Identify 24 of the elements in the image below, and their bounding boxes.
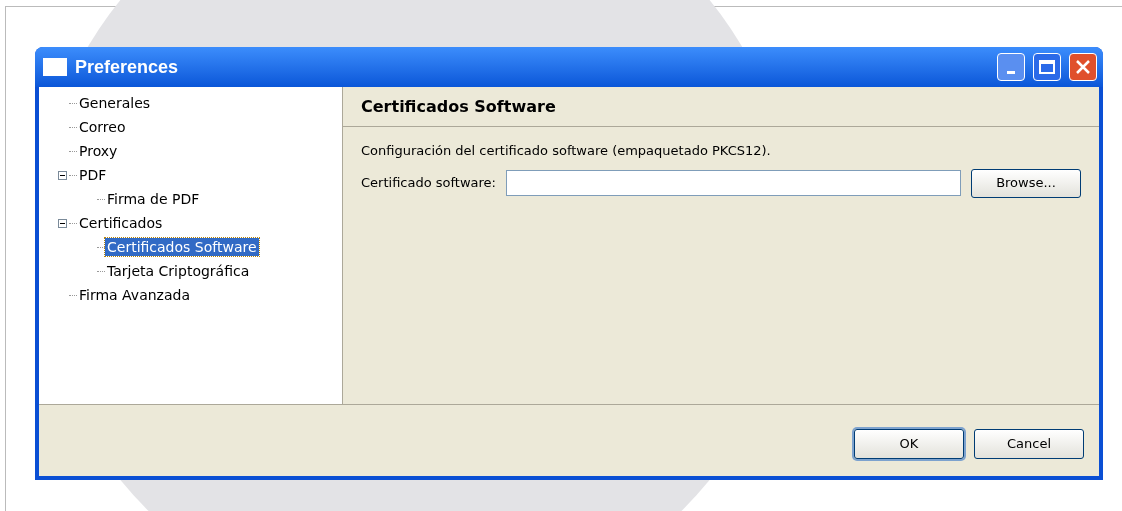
tree-item[interactable]: Tarjeta Criptográfica (105, 262, 252, 280)
window-icon (43, 58, 67, 76)
minimize-button[interactable] (997, 53, 1025, 81)
browse-button[interactable]: Browse... (971, 168, 1081, 198)
close-icon (1075, 59, 1091, 75)
tree-item[interactable]: Certificados Software (105, 238, 259, 256)
page-title: Certificados Software (361, 95, 556, 118)
tree-item[interactable]: Proxy (77, 142, 120, 160)
cancel-button[interactable]: Cancel (974, 428, 1084, 459)
tree-item[interactable]: Firma Avanzada (77, 286, 192, 304)
close-button[interactable] (1069, 53, 1097, 81)
ok-button[interactable]: OK (854, 428, 964, 459)
field-label: Certificado software: (361, 174, 496, 193)
tree-item[interactable]: PDF (77, 166, 109, 184)
tree-item[interactable]: Certificados (77, 214, 165, 232)
collapse-icon[interactable] (57, 170, 67, 180)
tree-item[interactable]: Generales (77, 94, 153, 112)
page-description: Configuración del certificado software (empaquetado PKCS12). (361, 142, 772, 160)
collapse-icon[interactable] (57, 218, 67, 228)
window-title: Preferences (75, 55, 179, 79)
tree-item[interactable]: Correo (77, 118, 128, 136)
certificate-field[interactable] (506, 170, 961, 196)
tree-item[interactable]: Firma de PDF (105, 190, 202, 208)
maximize-button[interactable] (1033, 53, 1061, 81)
